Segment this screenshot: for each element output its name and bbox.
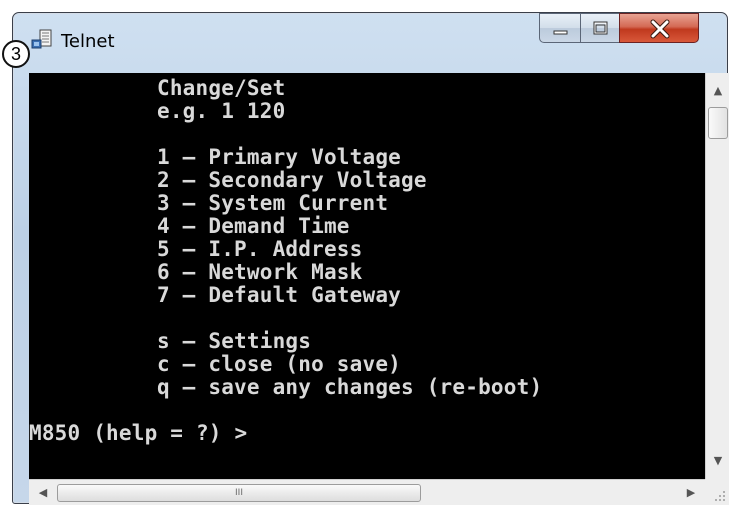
console-output[interactable]: Change/Set e.g. 1 120 1 – Primary Voltage 2… [29, 73, 705, 479]
console-line: q – save any changes (re-boot) [157, 375, 543, 399]
title-bar[interactable]: Telnet [13, 13, 727, 61]
horizontal-scrollbar[interactable]: ◀ III ▶ [29, 479, 705, 505]
maximize-icon [593, 21, 608, 35]
telnet-window: Telnet Change/Set e.g. 1 120 1 – Primary V… [12, 12, 729, 505]
minimize-icon [553, 30, 568, 35]
horizontal-scroll-thumb[interactable]: III [57, 484, 421, 502]
console-line: 3 – System Current [157, 191, 389, 215]
callout-number-badge: 3 [2, 40, 30, 68]
console-line: e.g. 1 120 [157, 99, 286, 123]
console-line: c – close (no save) [157, 352, 402, 376]
console-line: 2 – Secondary Voltage [157, 168, 427, 192]
console-line: Change/Set [157, 76, 286, 100]
close-button[interactable] [619, 13, 699, 43]
maximize-button[interactable] [580, 13, 620, 43]
console-line: 7 – Default Gateway [157, 283, 402, 307]
minimize-button[interactable] [539, 13, 581, 43]
console-line: 5 – I.P. Address [157, 237, 363, 261]
vertical-scroll-thumb[interactable] [708, 107, 728, 139]
window-title: Telnet [61, 31, 115, 52]
scroll-left-arrow-icon[interactable]: ◀ [33, 483, 53, 503]
console-line: 6 – Network Mask [157, 260, 363, 284]
scroll-right-arrow-icon[interactable]: ▶ [681, 483, 701, 503]
console-line: 4 – Demand Time [157, 214, 350, 238]
scroll-grip-icon: III [235, 488, 243, 498]
scroll-down-arrow-icon[interactable]: ▼ [708, 451, 728, 471]
vertical-scrollbar[interactable]: ▲ ▼ [705, 73, 729, 479]
command-prompt: M850 (help = ?) > [29, 421, 248, 445]
scroll-up-arrow-icon[interactable]: ▲ [708, 81, 728, 101]
console-line: 1 – Primary Voltage [157, 145, 402, 169]
resize-grip-icon[interactable] [705, 479, 729, 505]
close-icon [650, 19, 670, 39]
telnet-terminal-icon [31, 29, 52, 49]
console-line: s – Settings [157, 329, 312, 353]
